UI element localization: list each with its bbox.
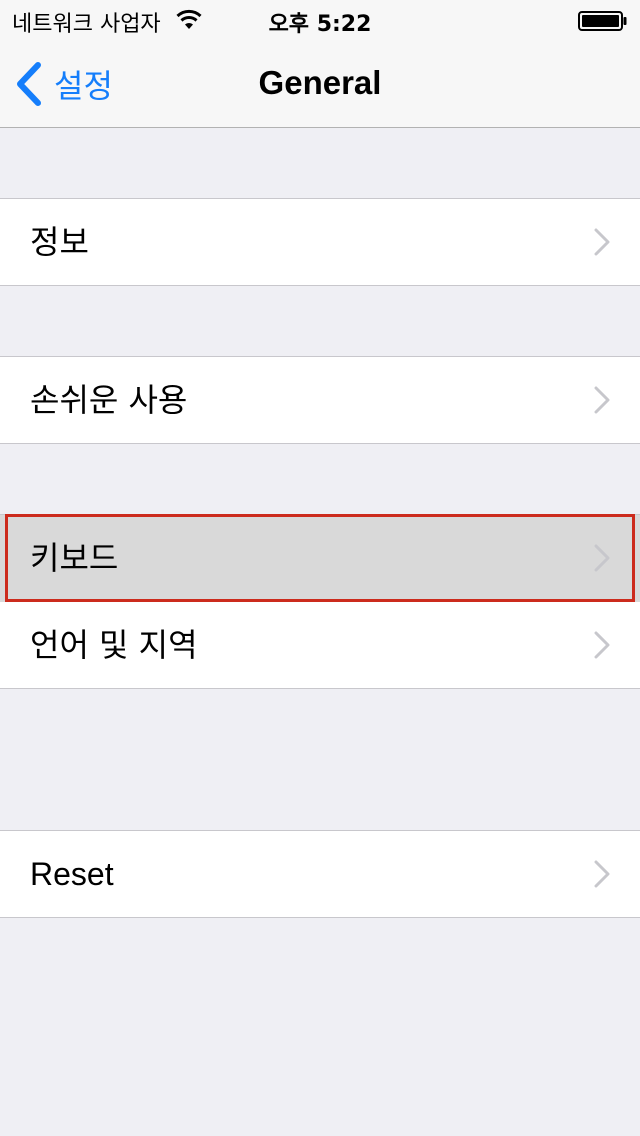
- chevron-right-icon: [594, 386, 610, 414]
- row-label-keyboard: 키보드: [30, 539, 119, 577]
- row-reset[interactable]: Reset: [0, 831, 640, 917]
- row-label-accessibility: 손쉬운 사용: [30, 381, 188, 419]
- status-time: 오후 5:22: [268, 12, 372, 37]
- settings-group-about: 정보: [0, 198, 640, 286]
- row-label-reset: Reset: [30, 856, 114, 892]
- settings-group-input: 키보드 언어 및 지역: [0, 514, 640, 689]
- status-bar: 네트워크 사업자 오후 5:22: [0, 0, 640, 40]
- battery-full-icon: [578, 11, 627, 31]
- navigation-bar: 설정 General: [0, 40, 640, 128]
- row-label-language-region: 언어 및 지역: [30, 626, 198, 664]
- row-keyboard[interactable]: 키보드: [0, 515, 640, 602]
- settings-group-accessibility: 손쉬운 사용: [0, 356, 640, 444]
- page-title: General: [258, 64, 382, 101]
- chevron-right-icon: [594, 860, 610, 888]
- chevron-right-icon: [594, 631, 610, 659]
- row-accessibility[interactable]: 손쉬운 사용: [0, 357, 640, 443]
- row-language-region[interactable]: 언어 및 지역: [0, 602, 640, 688]
- row-about[interactable]: 정보: [0, 199, 640, 285]
- row-label-about: 정보: [30, 223, 89, 261]
- chevron-right-icon: [594, 544, 610, 572]
- chevron-right-icon: [594, 228, 610, 256]
- settings-group-reset: Reset: [0, 830, 640, 918]
